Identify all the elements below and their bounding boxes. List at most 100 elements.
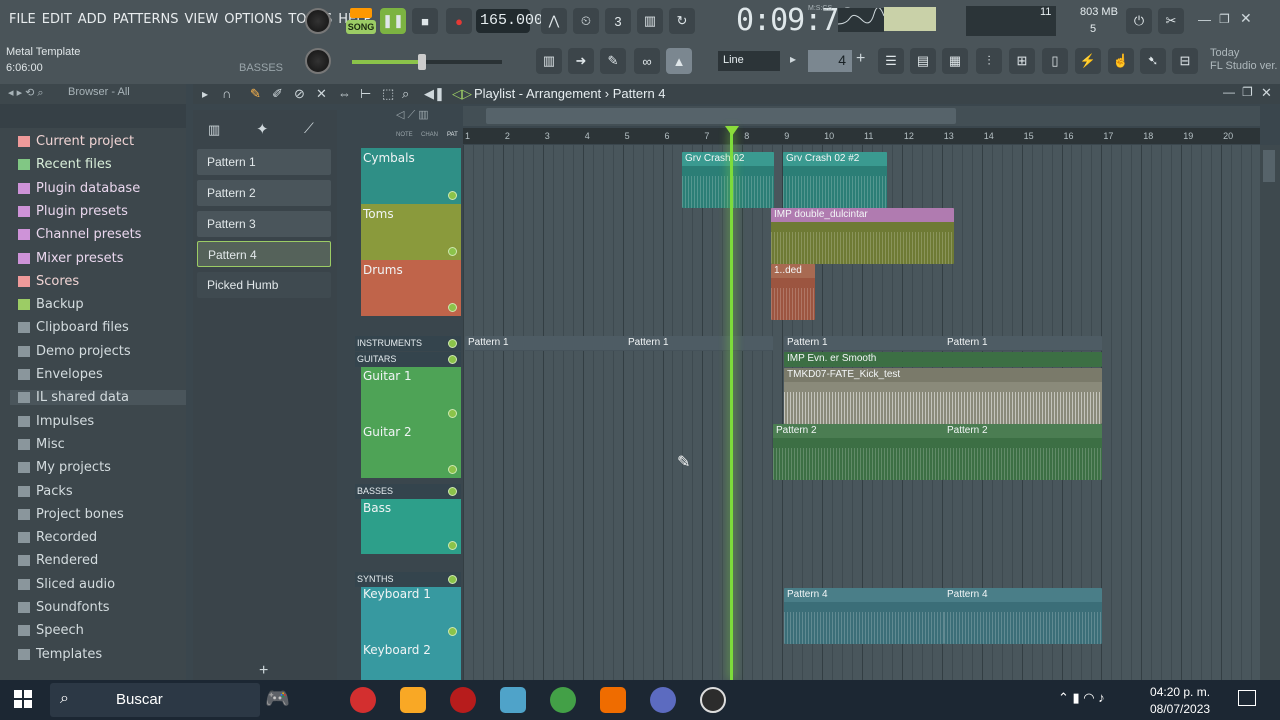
browser-item[interactable]: Templates xyxy=(18,647,102,662)
controller-icon[interactable]: 🎮 xyxy=(265,686,295,714)
track-header[interactable]: Drums xyxy=(361,260,461,316)
menu-add[interactable]: ADD xyxy=(75,8,110,31)
add-pattern-icon[interactable]: + xyxy=(259,662,268,680)
arrow-button[interactable]: ➜ xyxy=(568,48,594,74)
step-edit-button[interactable]: ▥ xyxy=(637,8,663,34)
project-button[interactable]: ▯ xyxy=(1042,48,1068,74)
browser-item[interactable]: Clipboard files xyxy=(18,320,129,335)
taskbar-clock[interactable]: 04:20 p. m. 08/07/2023 xyxy=(1150,684,1210,718)
pencil-tool-icon[interactable]: ✎ xyxy=(250,86,261,102)
opera-icon[interactable] xyxy=(350,687,376,713)
group-led[interactable] xyxy=(448,487,457,496)
playlist-button[interactable]: ▤ xyxy=(910,48,936,74)
browser-nav-icons[interactable]: ◂ ▸ ⟲ ⌕ xyxy=(8,86,44,100)
mixer-button[interactable]: ⫶ xyxy=(976,48,1002,74)
browser-item[interactable]: Mixer presets xyxy=(18,251,124,266)
pattern-item[interactable]: Pattern 2 xyxy=(197,179,331,206)
playlist-menu-icon[interactable]: ▸ xyxy=(202,87,208,101)
tempo-display[interactable]: 165.000 xyxy=(476,9,543,33)
browser-item[interactable]: IL shared data xyxy=(10,390,186,406)
news-button[interactable]: ➷ xyxy=(1140,48,1166,74)
track-mute-led[interactable] xyxy=(448,409,457,418)
playback-tool-icon[interactable]: ◀❚ xyxy=(424,86,445,102)
track-header[interactable]: Guitar 1 xyxy=(361,366,461,422)
browser-item[interactable]: Envelopes xyxy=(18,367,103,382)
menu-file[interactable]: FILE xyxy=(6,8,39,31)
song-mode-button[interactable]: SONG xyxy=(346,20,376,34)
zoom-tool-icon[interactable]: ⌕ xyxy=(402,86,409,102)
pattern-item[interactable]: Picked Humb xyxy=(197,272,331,299)
browser-item[interactable]: Channel presets xyxy=(18,227,141,242)
playlist-vscroll-thumb[interactable] xyxy=(1263,150,1275,182)
playlist-clip[interactable]: Pattern 1 xyxy=(944,336,1102,351)
menu-options[interactable]: OPTIONS xyxy=(221,8,285,31)
playlist-clip[interactable]: IMP double_dulcintar xyxy=(771,208,954,264)
app-icon[interactable] xyxy=(500,687,526,713)
tray-icons[interactable]: ⌃ ▮ ◠ ♪ xyxy=(1058,690,1105,706)
browser-item[interactable]: Soundfonts xyxy=(18,600,110,615)
automation-view-icon[interactable]: ⟋ xyxy=(304,120,314,137)
playlist-close-icon[interactable]: ✕ xyxy=(1261,85,1272,101)
pattern-item[interactable]: Pattern 3 xyxy=(197,210,331,237)
snap-mode-select[interactable]: Line xyxy=(718,51,780,71)
master-volume-knob[interactable] xyxy=(305,8,331,34)
track-header[interactable]: Keyboard 1 xyxy=(361,584,461,640)
plugin-button[interactable]: ⚡ xyxy=(1075,48,1101,74)
track-mute-led[interactable] xyxy=(448,303,457,312)
browser-item[interactable]: Recent files xyxy=(18,157,112,172)
group-led[interactable] xyxy=(448,355,457,364)
arrangement-icon[interactable]: ◁▷ xyxy=(452,86,472,102)
browser-item[interactable]: My projects xyxy=(18,460,111,475)
slice-tool-icon[interactable]: ⊢ xyxy=(360,86,371,102)
touch-button[interactable]: ☝ xyxy=(1108,48,1134,74)
wait-input-button[interactable]: ⏲ xyxy=(573,8,599,34)
browser-item[interactable]: Plugin presets xyxy=(18,204,128,219)
metronome-button[interactable]: ⋀ xyxy=(541,8,567,34)
playlist-clip[interactable]: Pattern 1 xyxy=(784,336,944,351)
playlist-maximize-icon[interactable]: ❐ xyxy=(1242,85,1253,99)
browser-item[interactable]: Recorded xyxy=(18,530,97,545)
snap-prev-icon[interactable]: ▸ xyxy=(790,52,796,66)
menu-view[interactable]: VIEW xyxy=(181,8,221,31)
panic-button[interactable]: ⏻ xyxy=(1126,8,1152,34)
playlist-clip[interactable]: Pattern 2 xyxy=(944,424,1102,480)
record-button[interactable]: ● xyxy=(446,8,472,34)
track-group-basses[interactable]: BASSES xyxy=(355,484,461,499)
channel-rack-button[interactable]: ☰ xyxy=(878,48,904,74)
browser-button[interactable]: ⊞ xyxy=(1009,48,1035,74)
playlist-clip[interactable]: Pattern 1 xyxy=(465,336,625,351)
restore-window-icon[interactable]: ❐ xyxy=(1219,12,1230,26)
countdown-button[interactable]: 3 xyxy=(605,8,631,34)
playlist-clip[interactable]: IMP Evn. er Smooth xyxy=(784,352,1102,367)
playlist-clip[interactable]: 1..ded xyxy=(771,264,815,320)
track-mute-led[interactable] xyxy=(448,247,457,256)
obs-icon[interactable] xyxy=(700,687,726,713)
piano-roll-button[interactable]: ▦ xyxy=(942,48,968,74)
minimize-window-icon[interactable]: — xyxy=(1198,12,1211,27)
audio-view-icon[interactable]: ✦ xyxy=(256,120,269,138)
opera-gx-icon[interactable] xyxy=(450,687,476,713)
browser-item[interactable]: Packs xyxy=(18,484,73,499)
track-header[interactable]: Toms xyxy=(361,204,461,260)
tools-button[interactable]: ✂ xyxy=(1158,8,1184,34)
notifications-icon[interactable] xyxy=(1238,690,1256,706)
menu-patterns[interactable]: PATTERNS xyxy=(110,8,182,31)
fl-studio-icon[interactable] xyxy=(600,687,626,713)
master-slider-handle[interactable] xyxy=(418,54,426,70)
playlist-clip[interactable]: Pattern 2 xyxy=(773,424,944,480)
track-header[interactable]: Guitar 2 xyxy=(361,422,461,478)
browser-item[interactable]: Misc xyxy=(18,437,65,452)
select-tool-icon[interactable]: ⬚ xyxy=(382,86,394,102)
close-window-icon[interactable]: ✕ xyxy=(1240,10,1252,27)
snap-increase-icon[interactable]: + xyxy=(856,50,865,68)
track-mute-led[interactable] xyxy=(448,627,457,636)
browser-item[interactable]: Sliced audio xyxy=(18,577,115,592)
magnet-icon[interactable]: ∩ xyxy=(222,86,231,101)
browser-item[interactable]: Scores xyxy=(18,274,79,289)
playlist-clip[interactable]: Pattern 4 xyxy=(784,588,944,644)
track-group-instruments[interactable]: INSTRUMENTS xyxy=(355,336,461,351)
playlist-clip[interactable]: Grv Crash 02 #2 xyxy=(783,152,887,208)
discord-icon[interactable] xyxy=(650,687,676,713)
track-group-synths[interactable]: SYNTHS xyxy=(355,572,461,587)
shop-button[interactable]: ⊟ xyxy=(1172,48,1198,74)
